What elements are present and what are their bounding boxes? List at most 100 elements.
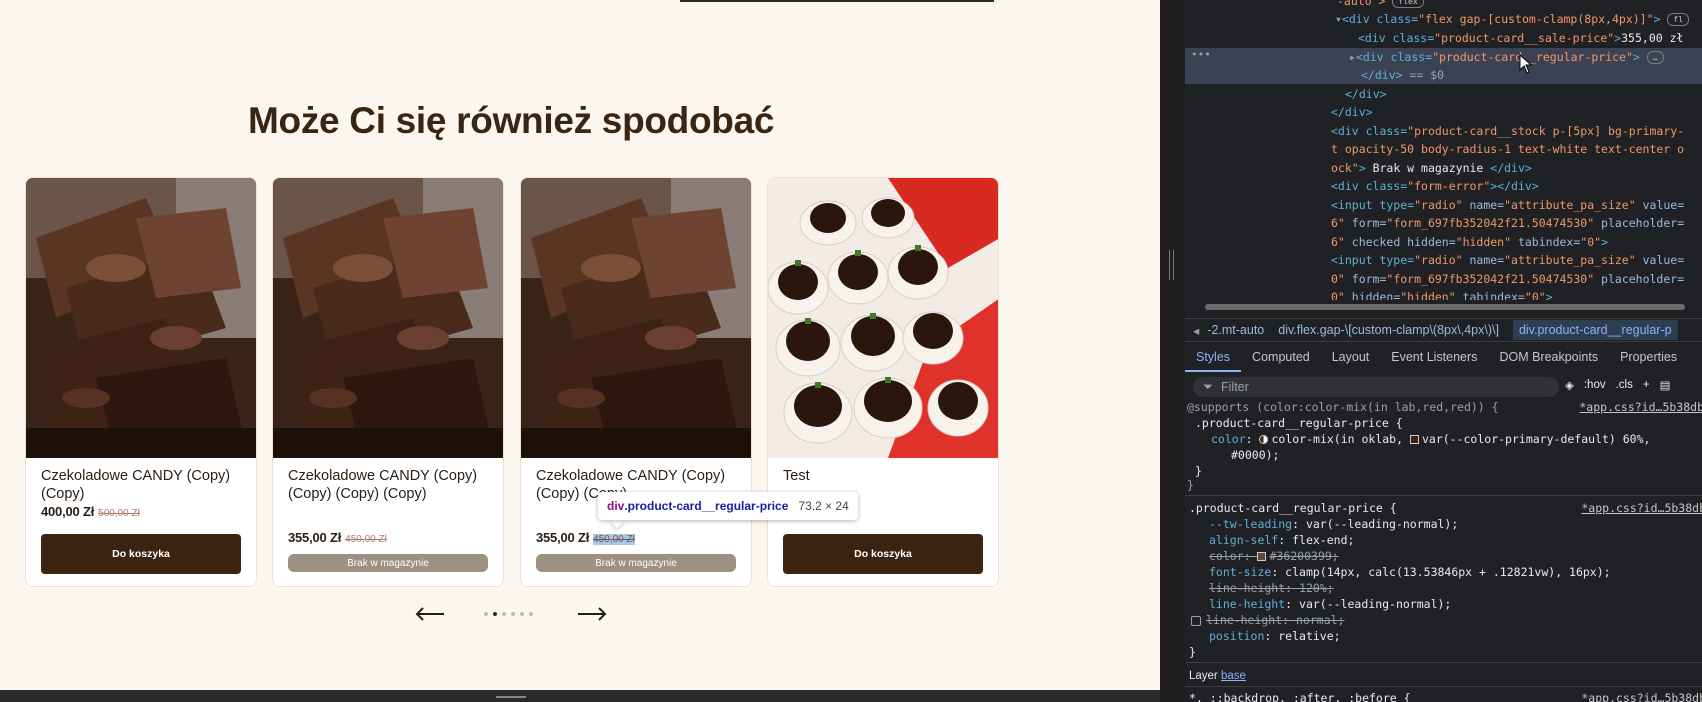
dom-node-selected[interactable]: ▸<div class="product-card__regular-price… <box>1185 48 1702 66</box>
css-source-link[interactable]: *app.css?id…5b38db <box>1579 399 1702 415</box>
carousel-dot[interactable] <box>502 612 506 616</box>
more-options-icon[interactable]: ••• <box>1191 48 1211 61</box>
product-title[interactable]: Czekoladowe CANDY (Copy) (Copy) <box>41 467 246 503</box>
product-image[interactable] <box>768 178 998 458</box>
product-image[interactable] <box>26 178 256 458</box>
css-declaration[interactable]: font-size: clamp(14px, calc(13.53846px +… <box>1209 564 1702 580</box>
css-source-link[interactable]: *app.css?id…5b38db <box>1581 690 1702 702</box>
sale-price: 400,00 Zł <box>41 504 95 519</box>
arrow-left-icon[interactable] <box>410 600 450 628</box>
dom-node[interactable]: 0" form="form_697fb352042f21.50474530" p… <box>1185 270 1702 288</box>
color-swatch[interactable] <box>1409 435 1419 444</box>
viewport-resize-handle[interactable] <box>496 696 526 698</box>
styles-pane: @supports (color:color-mix(in lab,red,re… <box>1185 399 1702 702</box>
viewport-bottom-bar <box>0 690 1160 702</box>
out-of-stock-badge: Brak w magazynie <box>288 554 488 572</box>
rule-separator <box>1185 495 1702 496</box>
color-mix-swatch-icon[interactable] <box>1259 435 1269 444</box>
layer-link[interactable]: base <box>1221 670 1246 682</box>
price-row: 355,00 Zł 450,00 Zł <box>288 529 387 547</box>
css-declaration[interactable]: line-height: var(--leading-normal); <box>1209 596 1702 612</box>
breadcrumb-item[interactable]: div.flex.gap-\[custom-clamp\(8px\,4px\)\… <box>1278 323 1499 337</box>
product-card[interactable]: Czekoladowe CANDY (Copy) (Copy) (Copy) (… <box>272 177 504 587</box>
tab-computed[interactable]: Computed <box>1241 346 1321 372</box>
carousel-dot-active[interactable] <box>493 612 497 616</box>
divider-grip-icon[interactable] <box>1169 250 1174 280</box>
breadcrumb: ◂ -2.mt-auto div.flex.gap-\[custom-clamp… <box>1185 318 1702 342</box>
dom-node-selected-close[interactable]: </div> == $0 <box>1185 66 1702 84</box>
product-image[interactable] <box>273 178 503 458</box>
scrollbar-thumb[interactable] <box>1205 304 1685 310</box>
ellipsis-badge[interactable]: … <box>1646 51 1664 64</box>
dom-node[interactable]: <div class="product-card__stock p-[5px] … <box>1185 122 1702 140</box>
elements-tree: -auto"> flex ▾<div class="flex gap-[cust… <box>1185 0 1702 300</box>
css-selector[interactable]: .product-card__regular-price { *app.css?… <box>1189 500 1702 516</box>
dom-node[interactable]: </div> <box>1185 103 1702 121</box>
color-swatch[interactable] <box>1257 552 1267 561</box>
dom-node[interactable]: ock"> Brak w magazynie </div> <box>1185 159 1702 177</box>
product-image[interactable] <box>521 178 751 458</box>
dom-node[interactable]: <div class="form-error"></div> <box>1185 177 1702 195</box>
computed-styles-sidebar-icon[interactable]: ▤ <box>1660 378 1671 392</box>
css-declaration[interactable]: --tw-leading: var(--leading-normal); <box>1209 516 1702 532</box>
product-title[interactable]: Test <box>783 467 988 485</box>
css-source-link[interactable]: *app.css?id…5b38db <box>1581 500 1702 516</box>
add-to-cart-button[interactable]: Do koszyka <box>783 534 983 574</box>
arrow-right-icon[interactable] <box>572 600 612 628</box>
add-to-cart-button[interactable]: Do koszyka <box>41 534 241 574</box>
css-declaration[interactable]: position: relative; <box>1209 628 1702 644</box>
horizontal-scrollbar[interactable] <box>1185 300 1702 314</box>
tab-layout[interactable]: Layout <box>1321 346 1381 372</box>
tab-styles[interactable]: Styles <box>1185 346 1242 372</box>
carousel-dot[interactable] <box>484 612 488 616</box>
dom-node[interactable]: 0" hidden="hidden" tabindex="0"> <box>1185 288 1702 300</box>
styles-filter-input[interactable]: ⏷ Filter <box>1193 377 1559 397</box>
css-declaration-continued: #0000); <box>1231 448 1280 462</box>
tab-event-listeners[interactable]: Event Listeners <box>1380 346 1488 372</box>
carousel-dot[interactable] <box>520 612 524 616</box>
carousel-dot[interactable] <box>529 612 533 616</box>
breadcrumb-item-active[interactable]: div.product-card__regular-p <box>1512 320 1678 340</box>
css-declaration[interactable]: color: color-mix(in oklab, var(--color-p… <box>1211 431 1702 447</box>
breadcrumb-item[interactable]: -2.mt-auto <box>1207 323 1264 337</box>
css-declaration-overridden[interactable]: line-height: 120%; <box>1209 580 1702 596</box>
product-card[interactable]: Test Do koszyka <box>767 177 999 587</box>
css-declaration-disabled[interactable]: line-height: normal; <box>1191 612 1702 628</box>
tab-dom-breakpoints[interactable]: DOM Breakpoints <box>1488 346 1609 372</box>
dom-node[interactable]: <input type="radio" name="attribute_pa_s… <box>1185 196 1702 214</box>
layers-icon[interactable]: ◈ <box>1565 378 1574 392</box>
hov-toggle[interactable]: :hov <box>1584 379 1606 391</box>
css-selector[interactable]: *, ::backdrop, :after, :before { *app.cs… <box>1189 690 1702 702</box>
cls-toggle[interactable]: .cls <box>1616 379 1633 391</box>
dom-node[interactable]: </div> <box>1185 85 1702 103</box>
css-declaration-overridden[interactable]: color: #36200399; <box>1209 548 1702 564</box>
dom-node[interactable]: t opacity-50 body-radius-1 text-white te… <box>1185 140 1702 158</box>
breadcrumb-scroll-left-icon[interactable]: ◂ <box>1193 323 1199 338</box>
styles-pane-tabs: Styles Computed Layout Event Listeners D… <box>1185 346 1702 372</box>
layer-label: Layer base <box>1189 670 1246 682</box>
dom-node[interactable]: <input type="radio" name="attribute_pa_s… <box>1185 251 1702 269</box>
tooltip-class: .product-card__regular-price <box>624 499 789 513</box>
css-selector[interactable]: .product-card__regular-price { <box>1195 415 1702 431</box>
dom-node[interactable]: 6" form="form_697fb352042f21.50474530" p… <box>1185 214 1702 232</box>
css-at-rule-close: } <box>1187 478 1194 492</box>
devtools-divider[interactable] <box>1160 0 1185 702</box>
expand-triangle-icon[interactable]: ▾ <box>1335 12 1342 26</box>
dom-node[interactable]: 6" checked hidden="hidden" tabindex="0"> <box>1185 233 1702 251</box>
flex-badge[interactable]: flex <box>1392 0 1424 8</box>
product-card[interactable]: Czekoladowe CANDY (Copy) (Copy) 400,00 Z… <box>25 177 257 587</box>
new-style-rule-icon[interactable]: + <box>1643 379 1650 391</box>
tab-properties[interactable]: Properties <box>1609 346 1688 372</box>
dom-node[interactable]: <div class="product-card__sale-price">35… <box>1185 29 1702 47</box>
css-declaration[interactable]: align-self: flex-end; <box>1209 532 1702 548</box>
css-at-rule: @supports (color:color-mix(in lab,red,re… <box>1187 399 1702 415</box>
declaration-checkbox[interactable] <box>1191 615 1201 626</box>
carousel-dot[interactable] <box>511 612 515 616</box>
regular-price: 500,00 Zł <box>98 508 140 519</box>
collapse-triangle-icon[interactable]: ▸ <box>1349 50 1356 64</box>
dom-node[interactable]: ▾<div class="flex gap-[custom-clamp(8px,… <box>1185 10 1702 28</box>
product-title[interactable]: Czekoladowe CANDY (Copy) (Copy) (Copy) (… <box>288 467 493 503</box>
product-card[interactable]: Czekoladowe CANDY (Copy) (Copy) (Copy) 3… <box>520 177 752 587</box>
dom-node[interactable]: -auto"> flex <box>1185 0 1702 10</box>
flex-badge[interactable]: fl <box>1667 13 1690 26</box>
